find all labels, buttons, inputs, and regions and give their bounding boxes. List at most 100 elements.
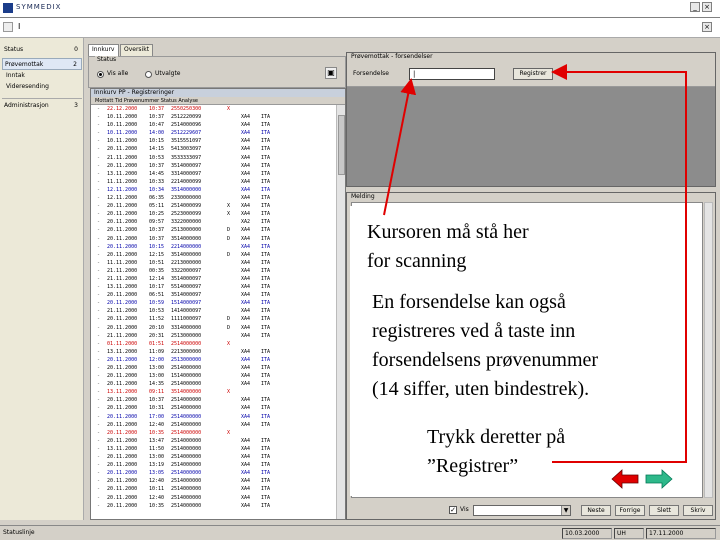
table-row[interactable]: -13.11.2000 14:45 3314000097 XA4 ITA [91, 170, 335, 178]
filter-select[interactable]: ▼ [473, 505, 571, 516]
table-row[interactable]: -20.11.2000 05:11 2514000099 X XA4 ITA [91, 202, 335, 210]
table-row[interactable]: -20.11.2000 10:31 2514000000 XA4 ITA [91, 404, 335, 412]
table-row[interactable]: -20.11.2000 12:00 2513000000 XA4 ITA [91, 356, 335, 364]
row-code: XA4 [241, 251, 251, 258]
table-row[interactable]: -20.11.2000 10:35 2514000000 XA4 ITA [91, 502, 335, 510]
table-row[interactable]: -21.11.2000 10:53 1414000097 XA4 ITA [91, 307, 335, 315]
table-row[interactable]: -11.11.2000 10:51 2213000000 XA4 ITA [91, 259, 335, 267]
table-row[interactable]: -20.11.2000 12:40 2514000000 XA4 ITA [91, 494, 335, 502]
row-code: XA4 [241, 243, 251, 250]
table-row[interactable]: -13.11.2000 11:50 2514000000 XA4 ITA [91, 445, 335, 453]
table-row[interactable]: -21.11.2000 12:14 3514000097 XA4 ITA [91, 275, 335, 283]
chevron-down-icon[interactable]: ▼ [561, 506, 570, 515]
table-row[interactable]: -01.11.2000 01:51 2514000000 X [91, 340, 335, 348]
row-code: XA4 [241, 332, 251, 339]
table-row[interactable]: -13.11.2000 10:17 5514000097 XA4 ITA [91, 283, 335, 291]
table-row[interactable]: -21.11.2000 10:53 3533333097 XA4 ITA [91, 154, 335, 162]
list-scroll-thumb[interactable] [338, 115, 345, 175]
table-row[interactable]: -20.11.2000 10:37 3514000097 XA4 ITA [91, 162, 335, 170]
table-row[interactable]: -21.11.2000 20:31 2513000000 XA4 ITA [91, 332, 335, 340]
message-scrollbar[interactable] [704, 202, 713, 498]
row-sample-number: 3515551097 [171, 138, 202, 145]
table-row[interactable]: -20.11.2000 13:05 2514000000 XA4 ITA [91, 469, 335, 477]
table-row[interactable]: -11.11.2000 10:33 2214000099 XA4 ITA [91, 178, 335, 186]
row-time: 13:00 [149, 454, 165, 461]
table-row[interactable]: -20.11.2000 12:40 2514000000 XA4 ITA [91, 477, 335, 485]
next-button[interactable]: Neste [581, 505, 611, 516]
print-button[interactable]: Skriv [683, 505, 713, 516]
sidebar-item-provemottak[interactable]: Prøvemottak 2 [2, 58, 82, 70]
row-tree-line: - [97, 138, 101, 145]
table-row[interactable]: -20.11.2000 10:59 1514000097 XA4 ITA [91, 299, 335, 307]
sidebar-item-videresending[interactable]: Videresending [6, 83, 49, 90]
show-checkbox[interactable]: ✓ [449, 506, 457, 514]
row-time: 13:00 [149, 365, 165, 371]
table-row[interactable]: -13.11.2000 11:09 2213000000 XA4 ITA [91, 348, 335, 356]
table-row[interactable]: -20.11.2000 10:37 2514000000 XA4 ITA [91, 396, 335, 404]
row-sample-number: 3514000000 [171, 186, 202, 193]
table-row[interactable]: -20.11.2000 10:25 2523000099 X XA4 ITA [91, 210, 335, 218]
table-row[interactable]: -20.11.2000 11:52 1111000097 D XA4 ITA [91, 315, 335, 323]
row-flag: D [227, 227, 231, 234]
row-time: 10:53 [149, 308, 165, 315]
table-row[interactable]: -20.11.2000 10:11 2514000000 XA4 ITA [91, 485, 335, 493]
table-row[interactable]: -12.11.2000 10:34 3514000000 XA4 ITA [91, 186, 335, 194]
tab-oversikt[interactable]: Oversikt [120, 44, 154, 56]
table-row[interactable]: -20.11.2000 12:40 2514000000 XA4 ITA [91, 421, 335, 429]
table-row[interactable]: -10.11.2000 10:37 2512220099 XA4 ITA [91, 113, 335, 121]
table-row[interactable]: -20.11.2000 10:35 2514000000 X [91, 429, 335, 437]
table-row[interactable]: -20.11.2000 10:15 2214000000 XA4 ITA [91, 243, 335, 251]
row-analysis: ITA [261, 130, 271, 137]
tab-innkurv[interactable]: Innkurv [88, 44, 119, 56]
row-sample-number: 2514000099 [171, 203, 202, 210]
row-tree-line: - [97, 381, 101, 388]
minimize-button[interactable]: _ [690, 2, 700, 12]
row-analysis: ITA [261, 203, 271, 210]
prev-button[interactable]: Forrige [615, 505, 645, 516]
table-row[interactable]: -20.11.2000 06:51 3514000097 XA4 ITA [91, 291, 335, 299]
table-row[interactable]: -20.11.2000 13:47 2514000000 XA4 ITA [91, 437, 335, 445]
table-row[interactable]: -10.11.2000 10:47 2514000096 XA4 ITA [91, 121, 335, 129]
register-button[interactable]: Registrer [513, 68, 553, 80]
table-row[interactable]: -20.11.2000 13:00 1514000000 XA4 ITA [91, 372, 335, 380]
table-row[interactable]: -20.11.2000 13:00 2514000000 XA4 ITA [91, 453, 335, 461]
close-button[interactable]: × [702, 2, 712, 12]
row-date: 20.11.2000 [107, 437, 138, 444]
table-row[interactable]: -20.11.2000 20:10 3314000000 D XA4 ITA [91, 324, 335, 332]
table-row[interactable]: -20.11.2000 17:00 2514000000 XA4 ITA [91, 413, 335, 421]
list-scrollbar[interactable] [336, 105, 345, 519]
table-row[interactable]: -20.11.2000 09:57 3322000000 XA2 ITA [91, 218, 335, 226]
table-row[interactable]: -22.12.2000 10:37 2550250300 X [91, 105, 335, 113]
table-row[interactable]: -21.11.2000 00:35 3322000097 XA4 ITA [91, 267, 335, 275]
row-code: XA4 [241, 267, 251, 274]
table-row[interactable]: -20.11.2000 14:15 5413003097 XA4 ITA [91, 145, 335, 153]
row-analysis: ITA [261, 300, 271, 307]
table-row[interactable]: -20.11.2000 13:19 2514000000 XA4 ITA [91, 461, 335, 469]
annotation-manual-line4: (14 siffer, uten bindestrek). [372, 378, 590, 400]
table-row[interactable]: -20.11.2000 12:15 3514000000 D XA4 ITA [91, 251, 335, 259]
table-row[interactable]: -20.11.2000 10:37 2513000000 D XA4 ITA [91, 226, 335, 234]
refresh-icon[interactable]: ▣ [325, 67, 337, 79]
menu-item[interactable]: I [18, 22, 20, 31]
sidebar-item-administrasjon[interactable]: Administrasjon 3 [2, 100, 82, 112]
table-row[interactable]: -13.11.2000 09:11 3514000000 X [91, 388, 335, 396]
row-tree-line: - [97, 445, 101, 452]
row-code: XA4 [241, 405, 251, 412]
table-row[interactable]: -20.11.2000 10:37 3514000000 D XA4 ITA [91, 235, 335, 243]
sidebar-item-label: Administrasjon [4, 102, 49, 109]
table-row[interactable]: -12.11.2000 06:35 2330000000 XA4 ITA [91, 194, 335, 202]
radio-show-all[interactable] [97, 71, 104, 78]
table-row[interactable]: -10.11.2000 10:15 3515551097 XA4 ITA [91, 137, 335, 145]
sidebar-item-inntak[interactable]: Inntak [6, 72, 25, 79]
row-date: 21.11.2000 [107, 308, 138, 315]
table-row[interactable]: -20.11.2000 14:35 2514000000 XA4 ITA [91, 380, 335, 388]
menu-document-icon[interactable] [3, 22, 13, 32]
sidebar-item-status[interactable]: Status 0 [2, 44, 82, 56]
shipment-input[interactable]: | [409, 68, 495, 80]
radio-selected[interactable] [145, 71, 152, 78]
table-row[interactable]: -20.11.2000 13:00 2514000000 XA4 ITA [91, 364, 335, 372]
inner-close-button[interactable]: × [702, 22, 712, 32]
delete-button[interactable]: Slett [649, 505, 679, 516]
table-row[interactable]: -10.11.2000 14:00 2512229607 XA4 ITA [91, 129, 335, 137]
row-flag: X [227, 211, 231, 218]
